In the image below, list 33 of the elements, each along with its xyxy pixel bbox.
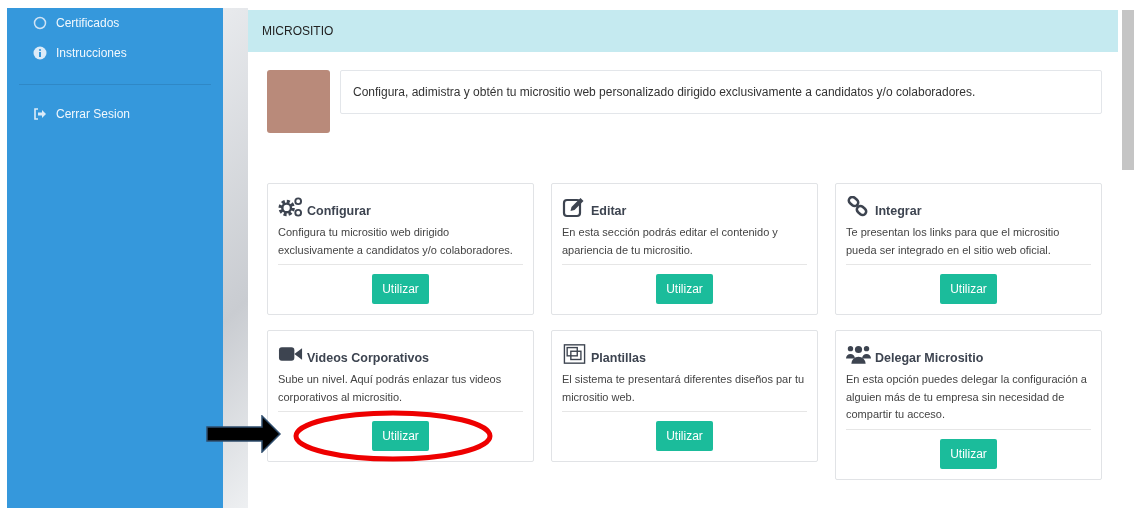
card-description: El sistema te presentará diferentes diseños par tu micrositio web. xyxy=(562,372,806,405)
layers-icon xyxy=(562,343,587,365)
card-title: Integrar xyxy=(875,204,922,218)
use-button[interactable]: Utilizar xyxy=(940,438,997,469)
card-title: Editar xyxy=(591,204,627,218)
card-title: Plantillas xyxy=(591,351,646,365)
intro-text: Configura, adimistra y obtén tu micrositio web personalizado dirigido exclusivamente a candidatos y/o colaboradores. xyxy=(340,70,1102,114)
users-icon xyxy=(846,343,871,365)
badge-icon xyxy=(33,16,47,30)
panel-title: MICROSITIO xyxy=(262,24,334,38)
photo-placeholder xyxy=(267,70,330,133)
use-button[interactable]: Utilizar xyxy=(656,274,713,304)
logout-icon xyxy=(33,107,47,121)
sidebar-item[interactable]: Instrucciones xyxy=(7,38,223,68)
sidebar-item[interactable]: Certificados xyxy=(7,8,223,38)
use-button[interactable]: Utilizar xyxy=(372,274,429,304)
info-icon xyxy=(33,46,47,60)
card-title: Configurar xyxy=(307,204,371,218)
card-description: Sube un nivel. Aquí podrás enlazar tus videos corporativos al micrositio. xyxy=(278,372,503,405)
use-button[interactable]: Utilizar xyxy=(656,421,713,451)
sidebar-item-label: Cerrar Sesion xyxy=(56,107,131,121)
card-description: Configura tu micrositio web dirigido exclusivamente a candidatos y/o colaboradores. xyxy=(278,225,514,258)
card-description: Te presentan los links para que el micrositio pueda ser integrado en el sitio web oficial. xyxy=(846,225,1061,258)
sidebar-item-label: Instrucciones xyxy=(56,46,127,60)
use-button[interactable]: Utilizar xyxy=(372,421,429,451)
card-description: En esta opción puedes delegar la configuración a alguien más de tu empresa sin necesidad de compartir tu acceso. xyxy=(846,372,1088,422)
sidebar-item-label: Certificados xyxy=(56,16,120,30)
sidebar-item[interactable]: Cerrar Sesion xyxy=(7,99,223,129)
use-button[interactable]: Utilizar xyxy=(940,274,997,304)
card-title: Delegar Micrositio xyxy=(875,351,984,365)
gears-icon xyxy=(278,196,303,218)
card-title: Videos Corporativos xyxy=(307,351,430,365)
card-description: En esta sección podrás editar el contenido y apariencia de tu micrositio. xyxy=(562,225,779,258)
